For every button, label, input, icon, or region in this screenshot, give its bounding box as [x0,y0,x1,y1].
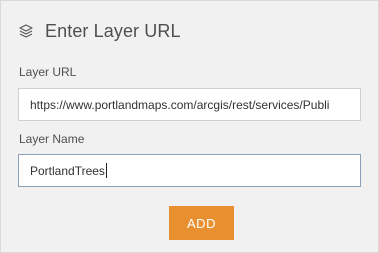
layers-icon [17,22,35,40]
text-caret [105,163,107,178]
add-button[interactable]: ADD [169,206,234,240]
layer-url-input[interactable]: https://www.portlandmaps.com/arcgis/rest… [18,88,361,121]
layer-name-input[interactable]: PortlandTrees [18,154,361,187]
panel-title: Enter Layer URL [45,20,181,41]
layer-url-value: https://www.portlandmaps.com/arcgis/rest… [30,97,330,112]
layer-url-label: Layer URL [19,65,77,79]
enter-layer-url-panel: Enter Layer URL Layer URL https://www.po… [0,0,379,253]
layer-name-label: Layer Name [19,132,85,146]
layer-name-value: PortlandTrees [30,163,105,178]
panel-header: Enter Layer URL [17,19,181,43]
